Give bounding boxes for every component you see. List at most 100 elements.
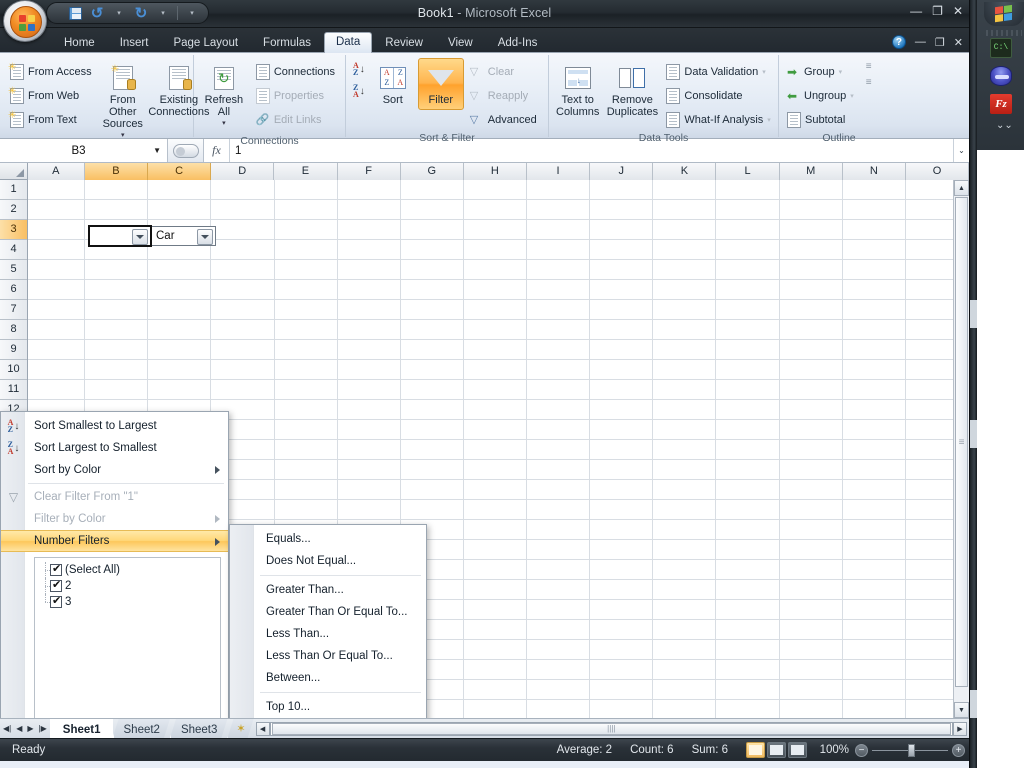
sort-descending-icon[interactable]: Z A ↓ [353, 84, 365, 99]
grid-cell[interactable] [842, 680, 906, 700]
grid-cell[interactable] [842, 380, 906, 400]
submenu-item-does-not-equal[interactable]: Does Not Equal... [230, 550, 426, 572]
row-header-10[interactable]: 10 [0, 360, 27, 380]
grid-cell[interactable] [653, 540, 717, 560]
grid-cell[interactable] [590, 340, 654, 360]
grid-cell[interactable] [590, 320, 654, 340]
grid-cell[interactable] [779, 540, 843, 560]
grid-cell[interactable] [527, 460, 591, 480]
grid-cell[interactable] [85, 260, 149, 280]
grid-cell[interactable] [274, 300, 338, 320]
grid-cell[interactable] [148, 200, 212, 220]
grid-cell[interactable] [527, 580, 591, 600]
grid-cell[interactable] [653, 640, 717, 660]
grid-cell[interactable] [211, 300, 275, 320]
grid-cell[interactable] [274, 360, 338, 380]
grid-cell[interactable] [400, 440, 464, 460]
grid-cell[interactable] [779, 320, 843, 340]
grid-cell[interactable] [842, 180, 906, 200]
name-box-caret-icon[interactable]: ▼ [153, 146, 163, 155]
grid-cell[interactable] [463, 240, 528, 260]
grid-cell[interactable] [337, 440, 401, 460]
edit-links-button[interactable]: 🔗 Edit Links [252, 108, 341, 131]
restore-button[interactable]: ❐ [932, 4, 943, 18]
grid-cell[interactable] [463, 660, 528, 680]
grid-cell[interactable] [211, 220, 275, 240]
grid-cell[interactable] [463, 460, 528, 480]
grid-cell[interactable] [716, 340, 780, 360]
grid-cell[interactable] [28, 360, 86, 380]
grid-cell[interactable] [779, 560, 843, 580]
grid-cell[interactable] [400, 260, 464, 280]
grid-cell[interactable] [463, 640, 528, 660]
grid-cell[interactable] [400, 480, 464, 500]
grid-cell[interactable] [400, 200, 464, 220]
grid-cell[interactable] [211, 180, 275, 200]
hide-detail-icon[interactable]: ≡ [866, 77, 872, 88]
grid-cell[interactable] [779, 600, 843, 620]
grid-cell[interactable] [211, 200, 275, 220]
grid-cell[interactable] [463, 540, 528, 560]
grid-cell[interactable] [590, 280, 654, 300]
grid-cell[interactable] [463, 280, 528, 300]
grid-cell[interactable] [148, 280, 212, 300]
grid-cell[interactable] [590, 680, 654, 700]
grid-cell[interactable] [527, 440, 591, 460]
grid-cell[interactable] [716, 380, 780, 400]
horizontal-scroll-track[interactable]: |||| [269, 721, 953, 736]
grid-cell[interactable] [842, 400, 906, 420]
grid-cell[interactable] [85, 340, 149, 360]
last-sheet-icon[interactable]: |▶ [39, 724, 47, 733]
grid-cell[interactable] [337, 300, 401, 320]
grid-cell[interactable] [590, 700, 654, 718]
tab-formulas[interactable]: Formulas [251, 34, 323, 53]
grid-cell[interactable] [842, 440, 906, 460]
tab-home[interactable]: Home [52, 34, 107, 53]
connections-button[interactable]: Connections [252, 60, 341, 83]
horizontal-scrollbar[interactable]: ◀ |||| ▶ [254, 719, 969, 738]
grid-cell[interactable] [653, 180, 717, 200]
grid-cell[interactable] [716, 560, 780, 580]
grid-cell[interactable] [653, 340, 717, 360]
grid-cell[interactable] [779, 180, 843, 200]
grid-cell[interactable] [211, 260, 275, 280]
cell-C3[interactable]: Car [152, 226, 216, 246]
grid-cell[interactable] [842, 280, 906, 300]
grid-cell[interactable] [716, 240, 780, 260]
grid-cell[interactable] [463, 480, 528, 500]
vertical-scroll-thumb[interactable] [955, 197, 968, 687]
grid-cell[interactable] [590, 540, 654, 560]
grid-cell[interactable] [716, 620, 780, 640]
grid-cell[interactable] [779, 620, 843, 640]
grid-cell[interactable] [527, 340, 591, 360]
grid-cell[interactable] [527, 280, 591, 300]
grid-cell[interactable] [28, 260, 86, 280]
grid-cell[interactable] [842, 660, 906, 680]
column-header-M[interactable]: M [779, 163, 843, 180]
grid-cell[interactable] [148, 260, 212, 280]
grid-cell[interactable] [337, 240, 401, 260]
row-header-2[interactable]: 2 [0, 200, 27, 220]
grid-cell[interactable] [716, 680, 780, 700]
scroll-left-icon[interactable]: ◀ [255, 721, 270, 736]
grid-cell[interactable] [653, 560, 717, 580]
grid-cell[interactable] [463, 620, 528, 640]
menu-item-filter-by-color[interactable]: Filter by Color [1, 508, 228, 530]
grid-cell[interactable] [463, 340, 528, 360]
grid-cell[interactable] [716, 600, 780, 620]
grid-cell[interactable] [527, 220, 591, 240]
grid-cell[interactable] [337, 460, 401, 480]
tab-page-layout[interactable]: Page Layout [161, 34, 250, 53]
grid-cell[interactable] [653, 520, 717, 540]
grid-cell[interactable] [590, 380, 654, 400]
grid-cell[interactable] [463, 200, 528, 220]
grid-cell[interactable] [842, 620, 906, 640]
grid-cell[interactable] [400, 240, 464, 260]
grid-cell[interactable] [842, 480, 906, 500]
grid-cell[interactable] [779, 580, 843, 600]
next-sheet-icon[interactable]: ▶ [27, 724, 33, 733]
grid-cell[interactable] [463, 380, 528, 400]
grid-cell[interactable] [527, 320, 591, 340]
grid-cell[interactable] [590, 360, 654, 380]
row-header-7[interactable]: 7 [0, 300, 27, 320]
